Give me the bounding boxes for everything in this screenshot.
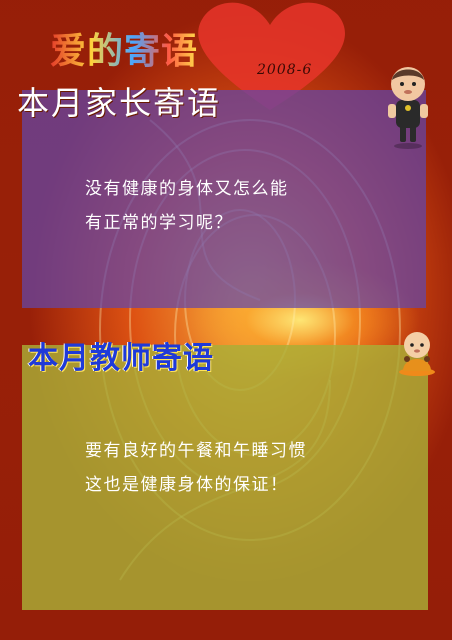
poster-title: 爱的寄语 [50,22,198,74]
date-label: 2008-6 [257,62,313,78]
teacher-section-title: 本月教师寄语 [28,341,214,376]
teacher-message: 要有良好的午餐和午睡习惯 这也是健康身体的保证！ [85,434,307,502]
poster: 爱的寄语 2008-6 本月家长寄语 没有健康的身体又怎么能 有正常的学习呢？ … [0,0,452,640]
cartoon-boy-icon [388,67,428,149]
parent-message-line: 有正常的学习呢？ [85,213,233,233]
parent-message: 没有健康的身体又怎么能 有正常的学习呢？ [85,172,289,240]
parent-message-line: 没有健康的身体又怎么能 [85,179,289,199]
teacher-message-line: 这也是健康身体的保证！ [85,475,289,495]
cartoon-monk-icon [399,332,435,376]
teacher-message-line: 要有良好的午餐和午睡习惯 [85,441,307,461]
parent-section-title: 本月家长寄语 [17,84,222,122]
